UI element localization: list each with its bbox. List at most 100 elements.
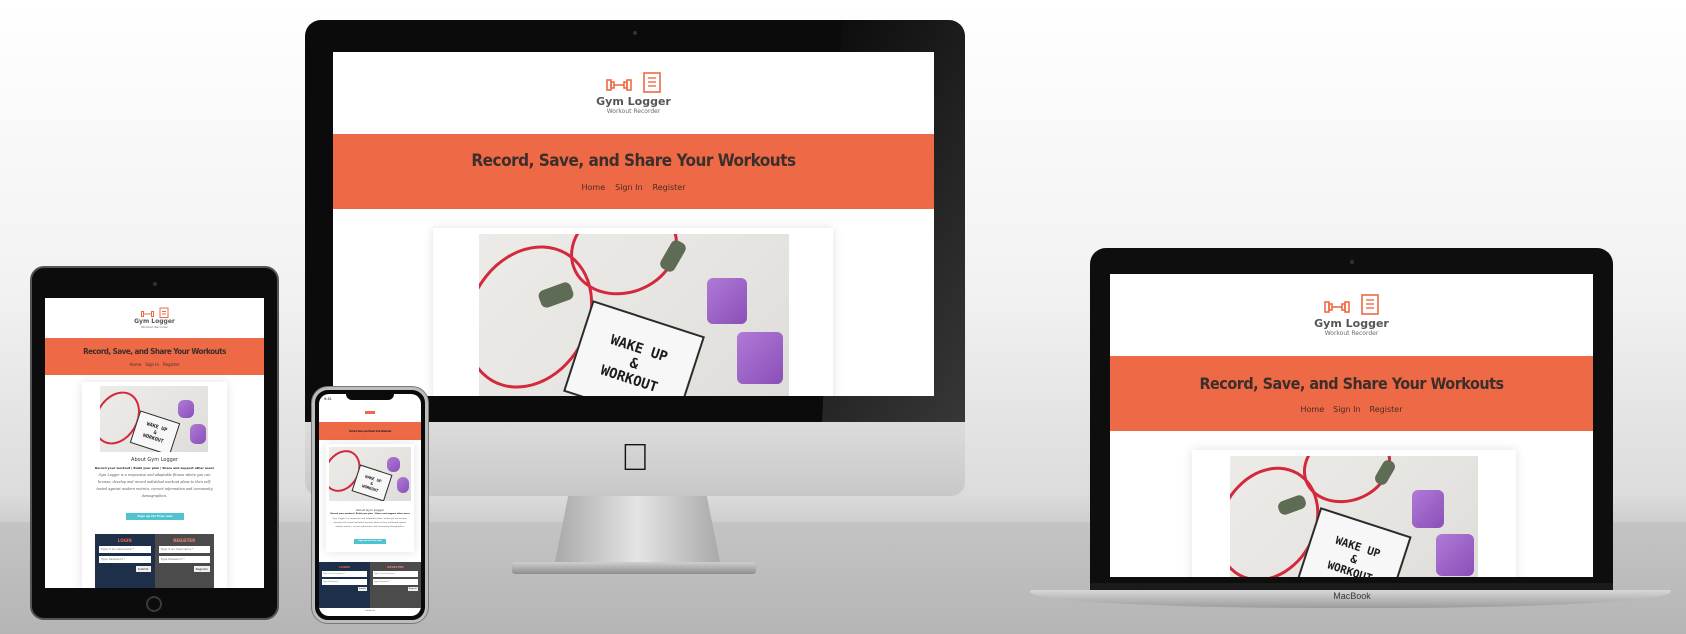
login-heading: LOGIN bbox=[339, 565, 350, 569]
nav-register[interactable]: Register bbox=[163, 362, 179, 367]
logo-icons bbox=[1323, 293, 1380, 315]
ipad-camera bbox=[153, 282, 157, 286]
about-tagline: Record your workout | Build your plan | … bbox=[330, 513, 410, 515]
nav-register[interactable]: Register bbox=[653, 183, 686, 192]
login-password-input[interactable]: Type Password * bbox=[99, 556, 151, 563]
imac-stand bbox=[555, 496, 720, 562]
login-form: LOGIN Type 5 an Username * Type Password… bbox=[319, 562, 370, 608]
login-submit-button[interactable]: Submit bbox=[135, 566, 151, 572]
login-form: LOGIN Type 5 an Username * Type Password… bbox=[95, 534, 155, 588]
logo-title[interactable]: Gym Logger bbox=[1314, 317, 1389, 330]
about-text: Gym Logger is a responsive and adaptable… bbox=[332, 518, 408, 528]
imac-screen: Gym Logger Workout Recorder Record, Save… bbox=[333, 52, 934, 396]
hero-banner: Record, Save, and Share Your Workouts bbox=[319, 422, 421, 440]
logo-subtitle: Workout Recorder bbox=[141, 325, 168, 329]
login-heading: LOGIN bbox=[117, 538, 132, 543]
hero-title: Record, Save, and Share Your Workouts bbox=[83, 346, 226, 356]
nav-sign-in[interactable]: Sign In bbox=[615, 183, 642, 192]
dumbbell-icon bbox=[1323, 301, 1350, 313]
site-header: Gym Logger Workout Recorder bbox=[333, 52, 934, 134]
register-password-input[interactable]: Type Password * bbox=[158, 556, 210, 563]
macbook-camera bbox=[1350, 260, 1354, 264]
site-header: Gym Logger Workout Recorder bbox=[45, 298, 264, 338]
main-nav: Home Sign In Register bbox=[582, 183, 686, 192]
nav-home[interactable]: Home bbox=[1301, 405, 1325, 414]
main-nav: Home Sign In Register bbox=[130, 362, 180, 367]
about-title: About Gym Logger bbox=[131, 457, 178, 463]
login-username-input[interactable]: Type 5 an Username * bbox=[99, 546, 151, 553]
ipad-screen: Gym Logger Workout Recorder Record, Save… bbox=[45, 298, 264, 588]
register-submit-button[interactable]: Register bbox=[193, 566, 210, 572]
dumbbell-purple bbox=[190, 424, 206, 444]
clipboard-icon bbox=[159, 307, 168, 318]
auth-forms: LOGIN Type 5 an Username * Type Password… bbox=[95, 534, 214, 588]
logo-title[interactable]: Gym Logger bbox=[134, 318, 175, 325]
site-header: Gym Logger Workout Recorder bbox=[1110, 274, 1593, 356]
nav-sign-in[interactable]: Sign In bbox=[145, 362, 159, 367]
imac-base bbox=[512, 562, 756, 574]
logo-subtitle: Workout Recorder bbox=[606, 108, 661, 115]
nav-home[interactable]: Home bbox=[130, 362, 142, 367]
dumbbell-icon bbox=[605, 79, 632, 91]
register-heading: REGISTER bbox=[173, 538, 196, 543]
logo-icons bbox=[605, 71, 662, 93]
hero-banner: Record, Save, and Share Your Workouts Ho… bbox=[45, 338, 264, 375]
about-title: About Gym Logger bbox=[355, 508, 385, 512]
hero-image-card: WAKE UP & WORKOUT bbox=[1192, 450, 1516, 577]
nav-sign-in[interactable]: Sign In bbox=[1333, 405, 1360, 414]
register-password-input[interactable]: Type Password * bbox=[373, 579, 418, 585]
hero-banner: Record, Save, and Share Your Workouts Ho… bbox=[333, 134, 934, 209]
register-form: REGISTER Type 5 an Username * Type Passw… bbox=[370, 562, 421, 608]
iphone-notch bbox=[346, 392, 394, 400]
dumbbell-purple bbox=[178, 400, 194, 418]
imac-camera bbox=[633, 31, 637, 35]
cta-button[interactable]: Sign up for Free now bbox=[354, 539, 386, 544]
content-card: WAKE UP & WORKOUT About Gym Logger Recor… bbox=[326, 444, 414, 552]
nav-home[interactable]: Home bbox=[582, 183, 606, 192]
dumbbell-purple bbox=[387, 457, 400, 472]
hero-title: Record, Save, and Share Your Workouts bbox=[349, 429, 391, 433]
about-tagline: Record your workout | Build your plan | … bbox=[94, 466, 215, 470]
hero-title: Record, Save, and Share Your Workouts bbox=[1199, 373, 1504, 393]
logo-mark bbox=[365, 410, 375, 414]
apple-logo-icon:  bbox=[618, 438, 652, 478]
lightbox-sign: WAKE UP & WORKOUT bbox=[351, 464, 393, 501]
macbook-screen: Gym Logger Workout Recorder Record, Save… bbox=[1110, 274, 1593, 577]
clipboard-icon bbox=[642, 72, 661, 93]
dumbbell-purple bbox=[737, 332, 783, 384]
dumbbell-icon bbox=[140, 311, 154, 317]
dumbbell-purple bbox=[397, 477, 409, 493]
register-username-input[interactable]: Type 5 an Username * bbox=[373, 571, 418, 577]
register-submit-button[interactable]: Register bbox=[407, 587, 418, 591]
dumbbell-purple bbox=[1436, 534, 1474, 576]
auth-forms: LOGIN Type 5 an Username * Type Password… bbox=[319, 562, 421, 608]
logo-subtitle: Workout Recorder bbox=[1324, 330, 1379, 337]
cta-button[interactable]: Sign up for Free now bbox=[126, 513, 184, 520]
macbook-label: MacBook bbox=[1333, 591, 1371, 601]
login-password-input[interactable]: Type Password * bbox=[322, 579, 367, 585]
phone-footer[interactable]: Contact Us bbox=[319, 610, 421, 612]
phone-time: 9:41 bbox=[324, 396, 332, 401]
about-text: Gym Logger is a responsive and adaptable… bbox=[96, 473, 213, 498]
logo-icons bbox=[140, 307, 169, 318]
register-form: REGISTER Type 5 an Username * Type Passw… bbox=[154, 534, 214, 588]
workout-photo: WAKE UP & WORKOUT bbox=[1230, 456, 1478, 577]
dumbbell-purple bbox=[1412, 490, 1444, 528]
nav-register[interactable]: Register bbox=[1370, 405, 1403, 414]
register-username-input[interactable]: Type 5 an Username * bbox=[158, 546, 210, 553]
workout-photo: WAKE UP & WORKOUT bbox=[329, 447, 411, 501]
iphone-screen: 9:41 Record, Save, and Share Your Workou… bbox=[319, 394, 421, 616]
hero-title: Record, Save, and Share Your Workouts bbox=[471, 151, 796, 171]
login-username-input[interactable]: Type 5 an Username * bbox=[322, 571, 367, 577]
hero-banner: Record, Save, and Share Your Workouts Ho… bbox=[1110, 356, 1593, 431]
ipad-home-button bbox=[146, 596, 162, 612]
lightbox-sign: WAKE UP & WORKOUT bbox=[129, 410, 181, 452]
main-nav: Home Sign In Register bbox=[1301, 405, 1403, 414]
site-header bbox=[319, 404, 421, 420]
dumbbell-purple bbox=[707, 278, 747, 324]
workout-photo: WAKE UP & WORKOUT bbox=[100, 386, 208, 452]
register-heading: REGISTER bbox=[387, 565, 404, 569]
logo-title[interactable]: Gym Logger bbox=[596, 95, 671, 108]
workout-photo: WAKE UP & WORKOUT bbox=[479, 234, 789, 396]
login-submit-button[interactable]: Submit bbox=[357, 587, 367, 591]
